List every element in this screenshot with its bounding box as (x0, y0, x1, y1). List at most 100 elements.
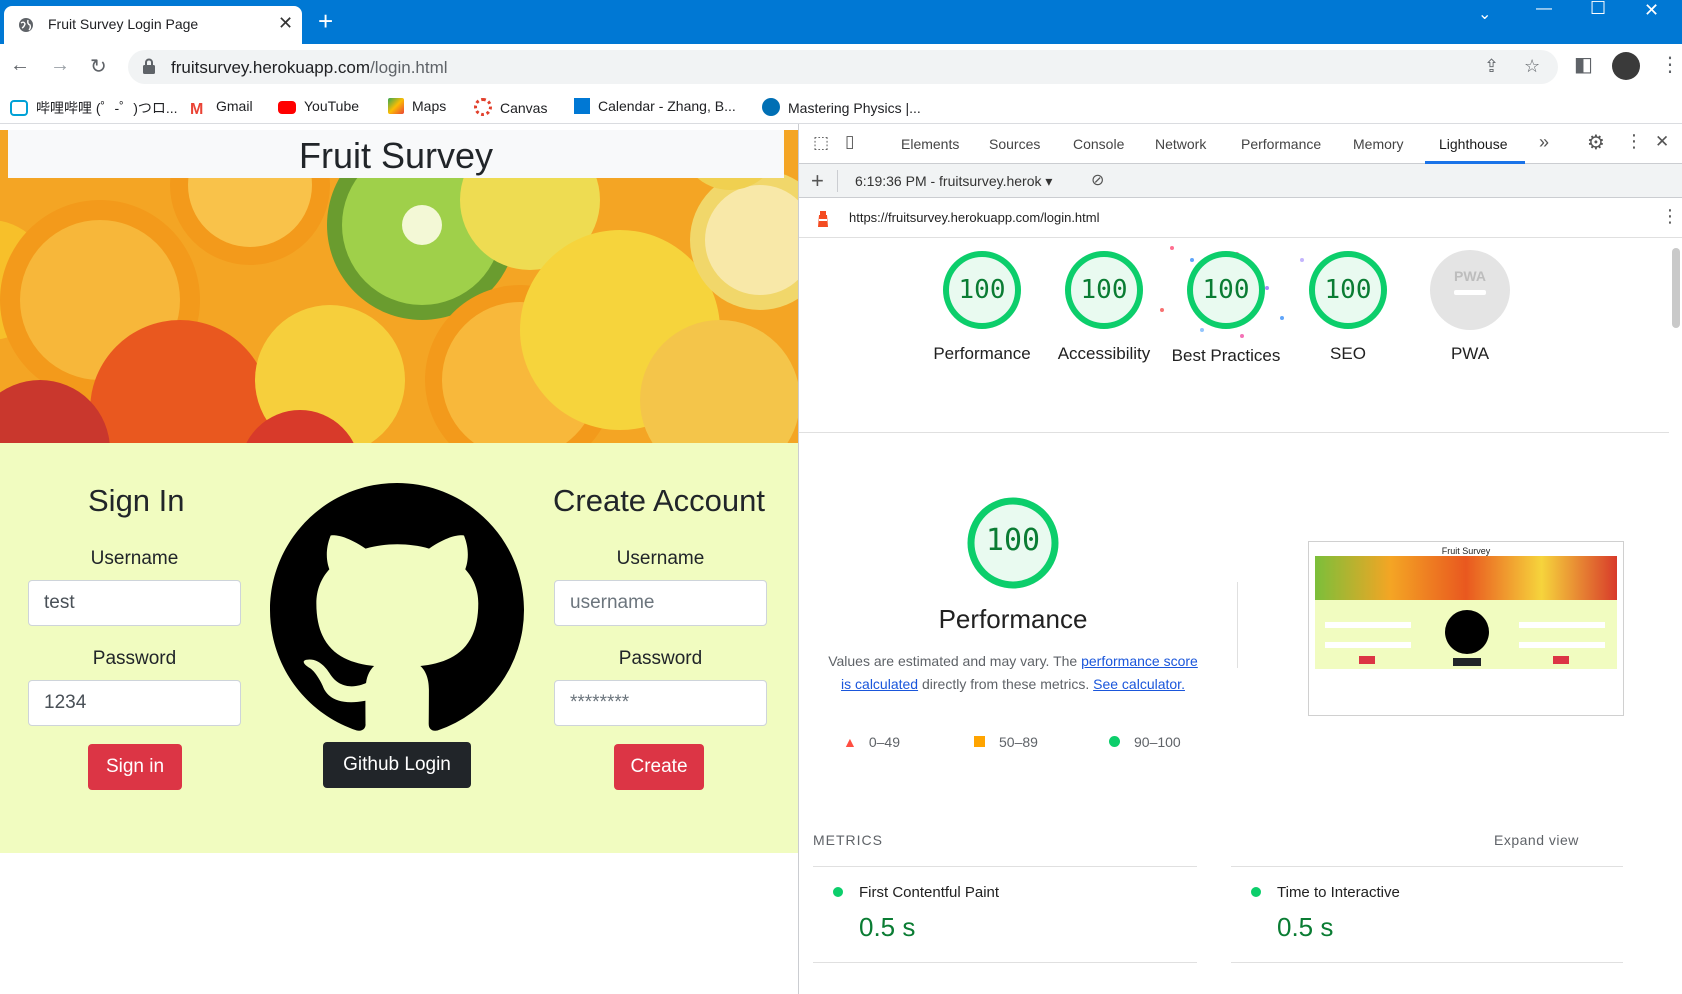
calendar-icon (574, 98, 590, 114)
devtools-tab-bar: ⬚ ▯ Elements Sources Console Network Per… (799, 124, 1682, 164)
tab-network[interactable]: Network (1155, 136, 1206, 152)
sign-in-username-label: Username (90, 548, 179, 569)
page-viewport: Fruit Survey Sign In Username test Passw… (0, 130, 798, 994)
tab-search-icon[interactable]: ⌄ (1478, 4, 1491, 24)
bookmark-canvas[interactable]: Canvas (474, 98, 547, 116)
new-report-icon[interactable]: + (811, 168, 824, 194)
mastering-physics-icon (762, 98, 780, 116)
browser-toolbar: ← → ↻ fruitsurvey.herokuapp.com/login.ht… (0, 44, 1682, 90)
reload-icon[interactable]: ↻ (90, 54, 107, 79)
metric-tti-value: 0.5 s (1277, 912, 1334, 942)
github-login-button[interactable]: Github Login (323, 742, 471, 788)
thumbnail-button (1453, 658, 1481, 666)
thumbnail-field (1519, 622, 1605, 628)
device-toolbar-icon[interactable]: ▯ (845, 132, 854, 152)
bookmark-gmail[interactable]: M Gmail (190, 98, 253, 118)
settings-gear-icon[interactable]: ⚙ (1587, 130, 1605, 155)
create-button[interactable]: Create (614, 744, 704, 790)
section-divider (799, 432, 1669, 433)
average-square-icon (974, 736, 985, 747)
bookmark-mastering-physics[interactable]: Mastering Physics |... (762, 98, 921, 116)
pwa-score-label: PWA (1450, 344, 1490, 363)
thumbnail-field (1519, 642, 1605, 648)
thumbnail-title: Fruit Survey (1315, 546, 1617, 556)
thumbnail-field (1325, 622, 1411, 628)
score-gauges: 100 Performance 100 Accessibility 100 Be… (799, 238, 1669, 418)
bookmark-youtube[interactable]: YouTube (278, 98, 359, 114)
url-text: fruitsurvey.herokuapp.com/login.html (171, 58, 448, 77)
pass-dot-icon (1251, 887, 1261, 897)
address-bar[interactable]: fruitsurvey.herokuapp.com/login.html ⇪ ☆ (128, 50, 1558, 84)
share-icon[interactable]: ⇪ (1484, 56, 1499, 77)
thumbnail-form (1315, 600, 1617, 669)
tab-elements[interactable]: Elements (901, 136, 959, 152)
bookmark-maps[interactable]: Maps (388, 98, 446, 114)
seo-score-label: SEO (1330, 344, 1366, 363)
sign-in-heading: Sign In (88, 483, 185, 518)
metrics-heading: METRICS (813, 832, 883, 848)
sign-in-button[interactable]: Sign in (88, 744, 182, 790)
fail-triangle-icon: ▲ (843, 734, 857, 750)
best-practices-score-label: Best Practices (1171, 346, 1281, 365)
pwa-gauge[interactable] (1430, 250, 1510, 330)
metric-fcp-title: First Contentful Paint (859, 884, 1000, 901)
performance-description: Values are estimated and may vary. The p… (828, 653, 1198, 692)
create-username-label: Username (616, 548, 705, 569)
report-url-bar: https://fruitsurvey.herokuapp.com/login.… (799, 198, 1682, 238)
report-select[interactable]: 6:19:36 PM - fruitsurvey.herok ▾ (855, 173, 1052, 190)
tab-lighthouse[interactable]: Lighthouse (1439, 136, 1508, 152)
accessibility-score-label: Accessibility (1057, 344, 1151, 363)
close-tab-icon[interactable]: ✕ (278, 13, 293, 34)
create-username-input[interactable]: username (554, 580, 767, 626)
seo-score: 100 (1324, 275, 1372, 305)
close-devtools-icon[interactable]: ✕ (1655, 132, 1669, 152)
inspect-element-icon[interactable]: ⬚ (813, 133, 829, 153)
thumbnail-hero (1315, 552, 1617, 600)
accessibility-score: 100 (1080, 275, 1128, 305)
more-tabs-icon[interactable]: » (1539, 132, 1549, 153)
close-window-icon[interactable]: ✕ (1644, 0, 1659, 21)
tab-performance[interactable]: Performance (1241, 136, 1321, 152)
see-calculator-link[interactable]: See calculator. (1093, 676, 1185, 692)
bilibili-icon (10, 100, 28, 116)
final-screenshot-thumbnail[interactable]: Fruit Survey (1308, 541, 1624, 716)
bookmark-bilibili[interactable]: 哔哩哔哩 (゜-゜)つロ... (10, 98, 178, 118)
expand-view-toggle[interactable]: Expand view (1494, 832, 1579, 848)
tab-console[interactable]: Console (1073, 136, 1124, 152)
login-form-area: Sign In Username test Password 1234 Sign… (0, 443, 798, 853)
report-url: https://fruitsurvey.herokuapp.com/login.… (849, 210, 1100, 225)
sign-in-password-label: Password (92, 648, 177, 669)
create-password-input[interactable]: ******** (554, 680, 767, 726)
back-icon[interactable]: ← (10, 54, 30, 77)
sign-in-password-input[interactable]: 1234 (28, 680, 241, 726)
clear-reports-icon[interactable]: ⊘ (1091, 170, 1104, 190)
minimize-icon[interactable]: — (1536, 0, 1552, 18)
performance-detail-title: Performance (938, 604, 1088, 634)
pass-circle-icon (1109, 736, 1120, 747)
tab-sources[interactable]: Sources (989, 136, 1040, 152)
forward-icon[interactable]: → (50, 54, 70, 77)
browser-tab-title: Fruit Survey Login Page (48, 16, 199, 32)
browser-tab-strip: Fruit Survey Login Page ✕ + ⌄ — ☐ ✕ (0, 0, 1682, 44)
devtools-scrollbar[interactable] (1672, 248, 1680, 328)
tab-memory[interactable]: Memory (1353, 136, 1404, 152)
performance-detail-score: 100 (985, 523, 1041, 558)
maximize-icon[interactable]: ☐ (1590, 0, 1606, 19)
bookmark-star-icon[interactable]: ☆ (1524, 56, 1540, 77)
lighthouse-icon (818, 211, 828, 227)
profile-avatar[interactable] (1612, 52, 1640, 80)
new-tab-icon[interactable]: + (318, 6, 333, 37)
vertical-divider (1237, 582, 1238, 668)
thumbnail-button (1359, 656, 1375, 664)
side-panel-icon[interactable]: ◧ (1574, 52, 1593, 77)
report-menu-icon[interactable]: ⋮ (1661, 206, 1679, 227)
maps-icon (388, 98, 404, 114)
sign-in-username-input[interactable]: test (28, 580, 241, 626)
thumbnail-github-icon (1445, 610, 1489, 654)
browser-tab[interactable]: Fruit Survey Login Page ✕ (4, 6, 302, 44)
browser-menu-icon[interactable]: ⋮ (1660, 52, 1680, 77)
devtools-menu-icon[interactable]: ⋮ (1625, 131, 1643, 152)
performance-score: 100 (958, 275, 1006, 305)
bookmark-calendar[interactable]: Calendar - Zhang, B... (574, 98, 736, 114)
metric-divider (1231, 866, 1623, 867)
